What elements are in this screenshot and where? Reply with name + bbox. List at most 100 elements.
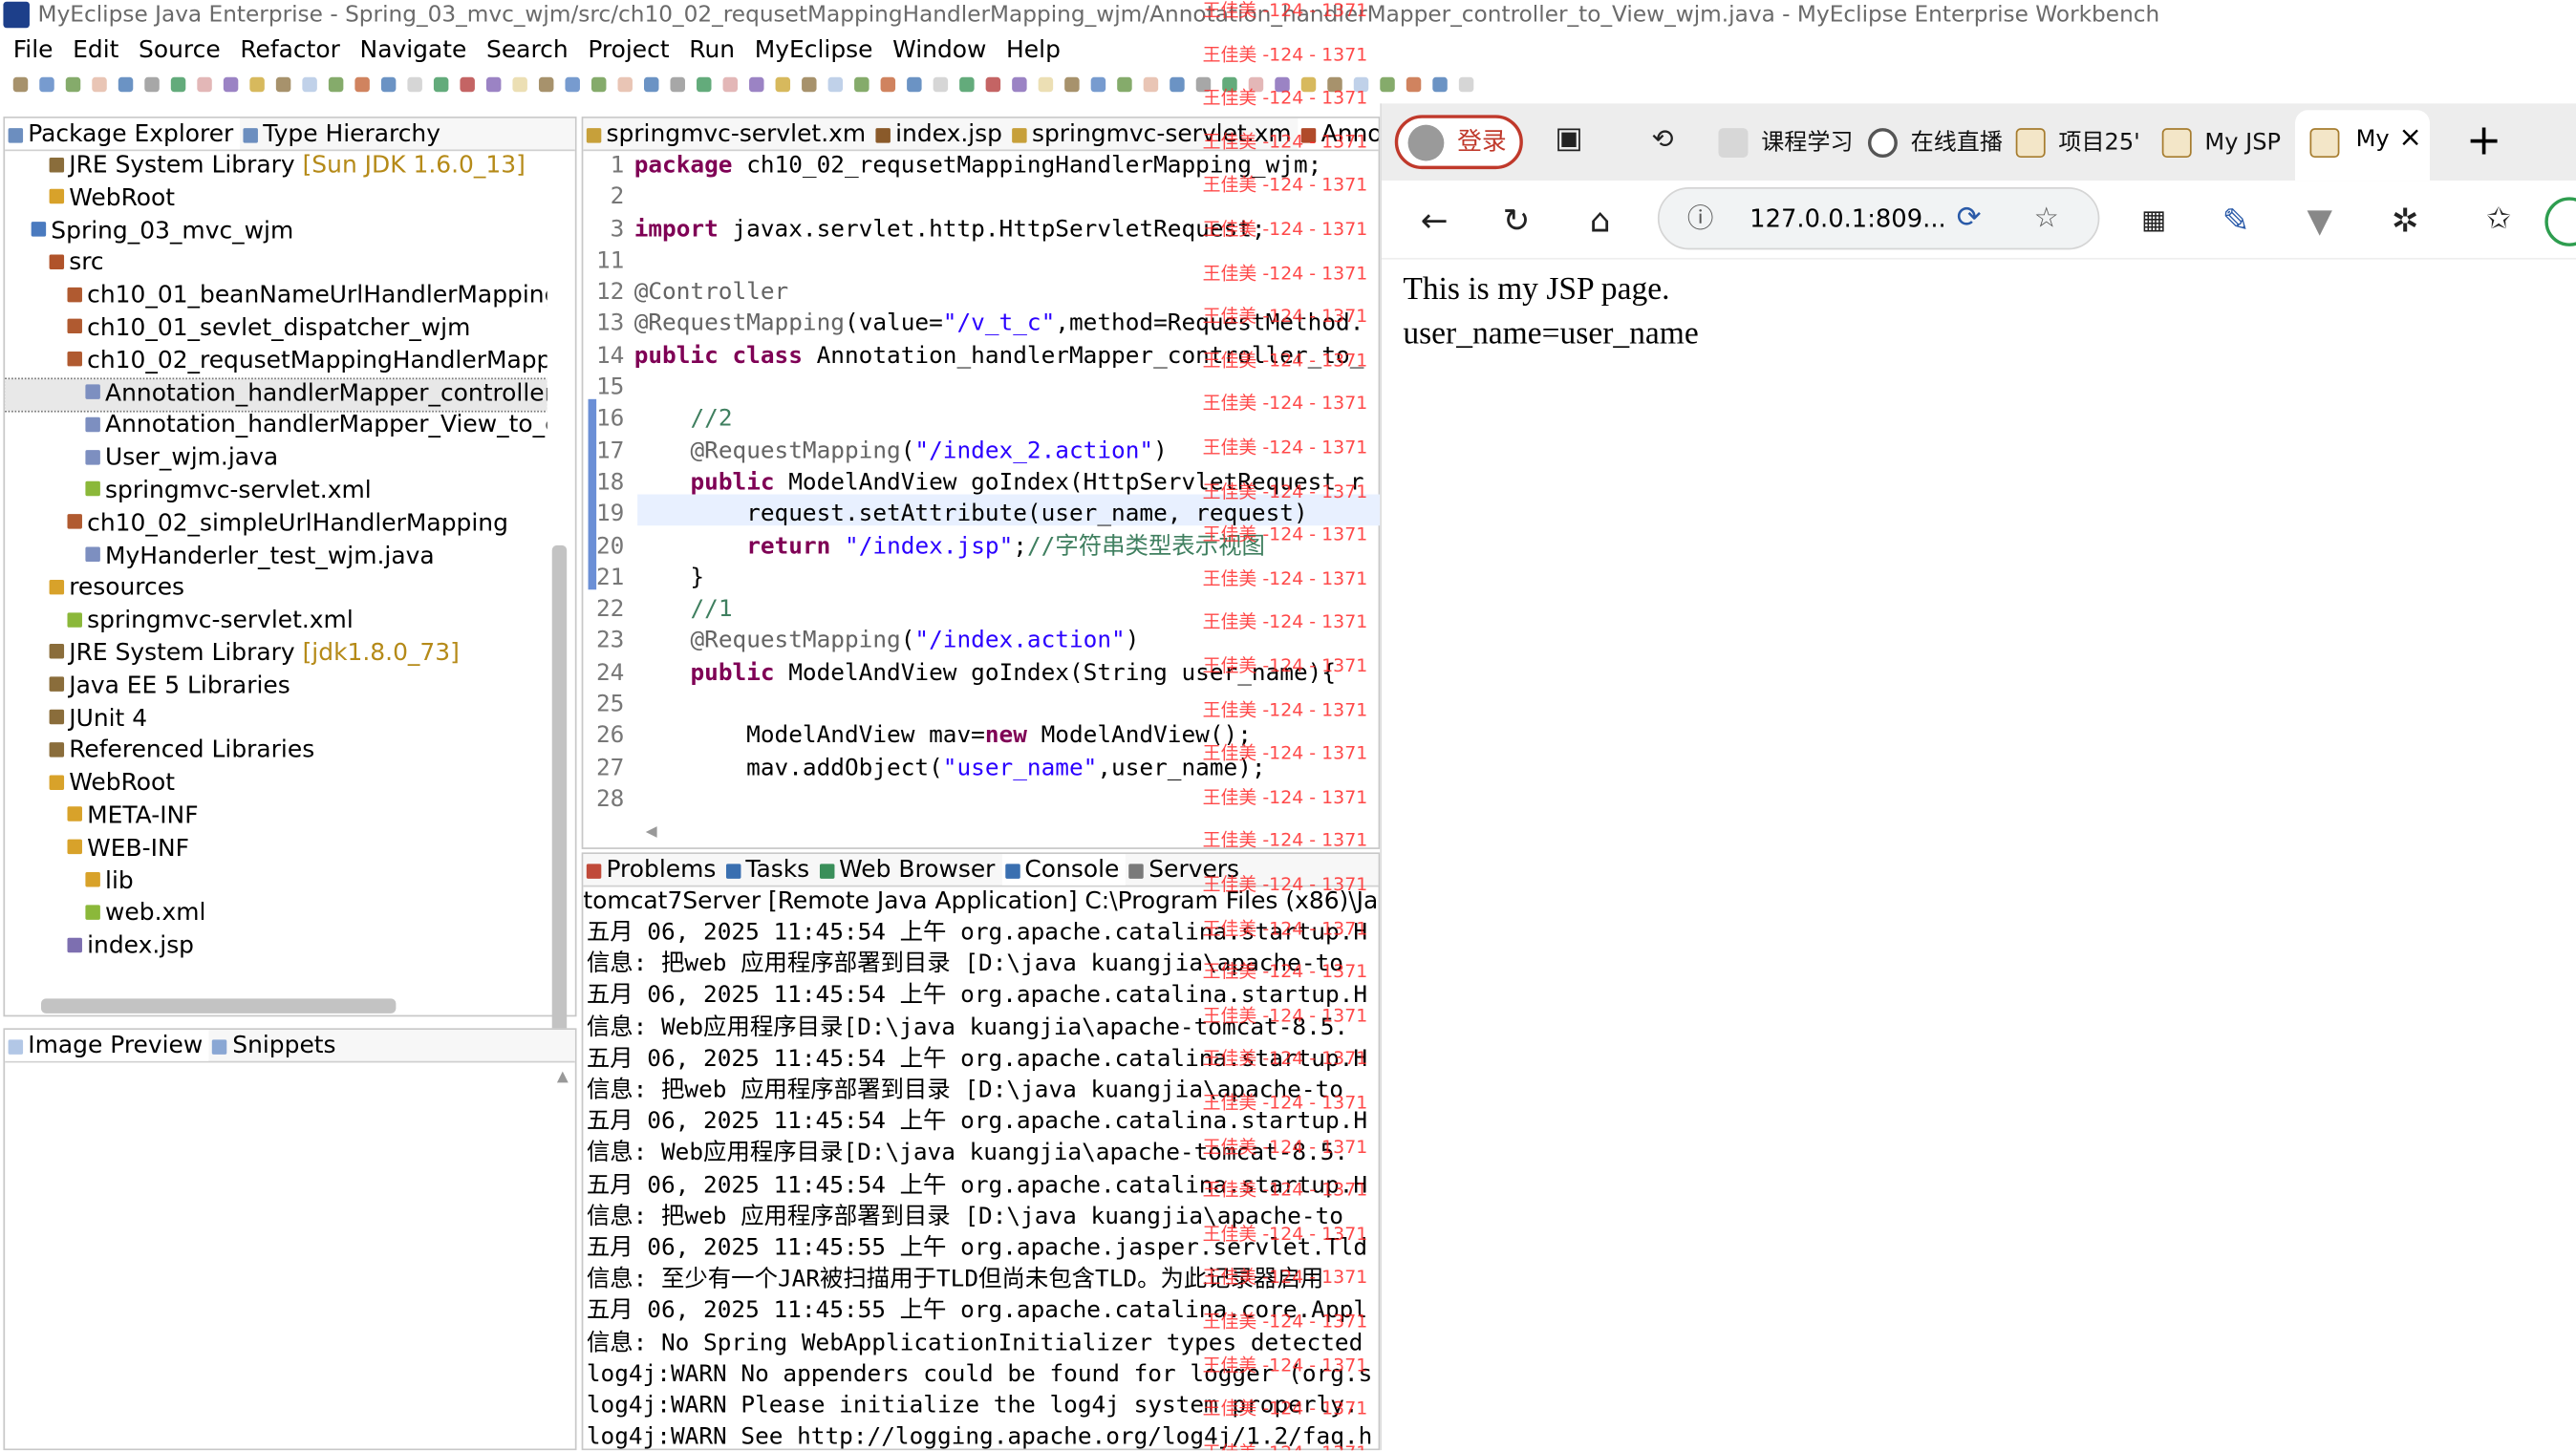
tree-item[interactable]: META-INF: [5, 801, 547, 834]
toolbar-button-icon[interactable]: [1195, 76, 1212, 93]
toolbar-button-icon[interactable]: [1117, 76, 1132, 93]
source-code[interactable]: 1 package ch10_02_requsetMappingHandlerMa…: [583, 151, 1378, 822]
toolbar-button-icon[interactable]: [1406, 76, 1422, 93]
vpn-icon[interactable]: ▼: [2297, 197, 2343, 243]
toolbar-button-icon[interactable]: [1090, 76, 1106, 93]
tab-package-explorer[interactable]: Package Explorer: [5, 117, 241, 150]
tab-project[interactable]: 项目25': [2015, 117, 2140, 169]
tree-item[interactable]: ch10_02_requsetMappingHandlerMapping: [5, 346, 547, 378]
tree-item[interactable]: ch10_01_beanNameUrlHandlerMapping: [5, 281, 547, 313]
toolbar-button-icon[interactable]: [92, 76, 107, 93]
tab-problems[interactable]: Problems: [583, 854, 722, 886]
toolbar-button-icon[interactable]: [959, 76, 975, 93]
tree-item[interactable]: ch10_01_sevlet_dispatcher_wjm: [5, 313, 547, 346]
toolbar-button-icon[interactable]: [328, 76, 344, 93]
tab-live[interactable]: 在线直播: [1867, 117, 2003, 169]
toolbar-button-icon[interactable]: [670, 76, 685, 93]
tree-item[interactable]: JUnit 4: [5, 704, 547, 736]
extensions-icon[interactable]: ✲: [2382, 197, 2428, 243]
tree-vertical-scrollbar[interactable]: [551, 544, 568, 1075]
toolbar-button-icon[interactable]: [275, 76, 291, 93]
tab-servers[interactable]: Servers: [1126, 854, 1246, 886]
toolbar-button-icon[interactable]: [249, 76, 265, 93]
toolbar-button-icon[interactable]: [933, 76, 949, 93]
toolbar-button-icon[interactable]: [380, 76, 397, 93]
tab-springmvc-servlet-xm[interactable]: springmvc-servlet.xm: [1009, 118, 1299, 150]
tree-item[interactable]: resources: [5, 574, 547, 607]
toolbar-button-icon[interactable]: [854, 76, 869, 93]
editor-scroll-left-icon[interactable]: ◀: [646, 824, 657, 841]
tab-snippets[interactable]: Snippets: [209, 1030, 342, 1061]
collections-icon[interactable]: ⟲: [1640, 117, 1685, 162]
toolbar-button-icon[interactable]: [775, 76, 791, 93]
toolbar-button-icon[interactable]: [1012, 76, 1027, 93]
close-tab-icon[interactable]: ×: [2398, 121, 2422, 154]
tab-springmvc-servlet-xm[interactable]: springmvc-servlet.xm: [583, 118, 872, 150]
tree-item[interactable]: Annotation_handlerMapper_controller_to: [5, 376, 547, 414]
toolbar-button-icon[interactable]: [644, 76, 659, 93]
toolbar-button-icon[interactable]: [985, 76, 1001, 93]
tree-item[interactable]: ch10_02_simpleUrlHandlerMapping: [5, 509, 547, 542]
toolbar-button-icon[interactable]: [354, 76, 370, 93]
tree-item[interactable]: springmvc-servlet.xml: [5, 607, 547, 639]
toolbar-button-icon[interactable]: [590, 76, 607, 93]
tree-item[interactable]: lib: [5, 866, 547, 899]
toolbar-button-icon[interactable]: [538, 76, 554, 93]
toolbar-button-icon[interactable]: [1170, 76, 1185, 93]
toolbar-button-icon[interactable]: [223, 76, 239, 93]
toolbar-button-icon[interactable]: [144, 76, 160, 93]
preview-scroll-up-icon[interactable]: ▲: [557, 1069, 569, 1085]
toolbar-button-icon[interactable]: [485, 76, 502, 93]
tab-type-hierarchy[interactable]: Type Hierarchy: [240, 118, 447, 150]
toolbar-button-icon[interactable]: [827, 76, 844, 93]
toolbar-button-icon[interactable]: [1038, 76, 1054, 93]
menu-search[interactable]: Search: [486, 32, 569, 69]
tree-item[interactable]: src: [5, 248, 547, 281]
toolbar-button-icon[interactable]: [1275, 76, 1290, 93]
tree-item[interactable]: web.xml: [5, 899, 547, 931]
toolbar-button-icon[interactable]: [907, 76, 922, 93]
tree-item[interactable]: WebRoot: [5, 769, 547, 801]
tree-item[interactable]: JRE System Library [Sun JDK 1.6.0_13]: [5, 151, 547, 183]
refresh-icon[interactable]: ↻: [1493, 197, 1539, 243]
tree-item[interactable]: Referenced Libraries: [5, 736, 547, 769]
toolbar-button-icon[interactable]: [197, 76, 212, 93]
tree-item[interactable]: MyHanderler_test_wjm.java: [5, 542, 547, 574]
toolbar-button-icon[interactable]: [565, 76, 580, 93]
toolbar-button-icon[interactable]: [1327, 76, 1342, 93]
extension-grid-icon[interactable]: ▦: [2131, 197, 2177, 243]
tab-active[interactable]: My ×: [2295, 110, 2430, 181]
toolbar-button-icon[interactable]: [617, 76, 633, 93]
toolbar-button-icon[interactable]: [749, 76, 764, 93]
toolbar-button-icon[interactable]: [802, 76, 817, 93]
toolbar-button-icon[interactable]: [697, 76, 712, 93]
menu-window[interactable]: Window: [892, 32, 986, 69]
favorites-icon[interactable]: ✩: [2476, 197, 2522, 243]
tree-item[interactable]: springmvc-servlet.xml: [5, 477, 547, 509]
menu-run[interactable]: Run: [689, 32, 735, 69]
tree-item[interactable]: User_wjm.java: [5, 444, 547, 477]
toolbar-button-icon[interactable]: [1432, 76, 1448, 93]
menu-edit[interactable]: Edit: [73, 32, 118, 69]
toolbar-button-icon[interactable]: [433, 76, 449, 93]
toolbar-button-icon[interactable]: [1222, 76, 1237, 93]
address-bar[interactable]: ⓘ 127.0.0.1:809... ⟳ ☆: [1657, 187, 2100, 250]
new-tab-button[interactable]: +: [2466, 114, 2501, 169]
tab-web-browser[interactable]: Web Browser: [816, 854, 1001, 886]
pen-icon[interactable]: ✎: [2213, 197, 2259, 243]
menu-file[interactable]: File: [13, 32, 54, 69]
sidebar-toggle-icon[interactable]: ▣: [1546, 117, 1592, 162]
toolbar-button-icon[interactable]: [302, 76, 317, 93]
toolbar-button-icon[interactable]: [118, 76, 134, 93]
toolbar-button-icon[interactable]: [1064, 76, 1080, 93]
tab-index-jsp[interactable]: index.jsp: [872, 118, 1009, 150]
toolbar-button-icon[interactable]: [1248, 76, 1264, 93]
tree-item[interactable]: Annotation_handlerMapper_View_to_con: [5, 411, 547, 443]
tab-my-jsp[interactable]: My JSP: [2161, 117, 2281, 169]
tree-item[interactable]: Spring_03_mvc_wjm: [5, 216, 547, 248]
tree-item[interactable]: JRE System Library [jdk1.8.0_73]: [5, 639, 547, 672]
toolbar-button-icon[interactable]: [65, 76, 81, 93]
tree-item[interactable]: index.jsp: [5, 931, 547, 964]
toolbar-button-icon[interactable]: [1380, 76, 1395, 93]
toolbar-button-icon[interactable]: [39, 76, 54, 93]
